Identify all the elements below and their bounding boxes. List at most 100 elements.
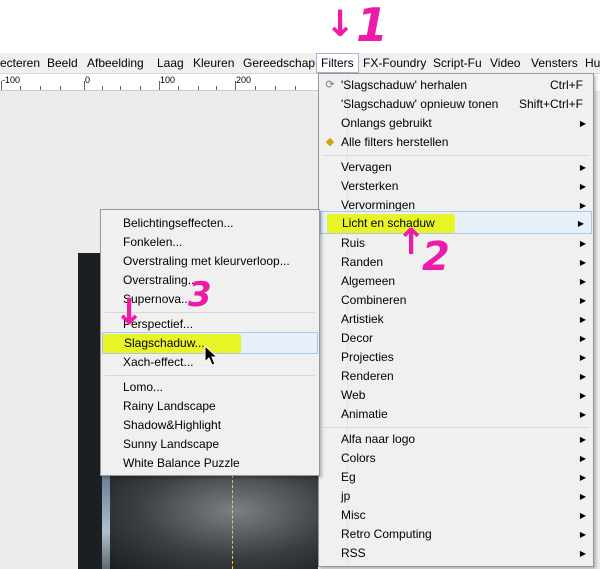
menu-item-label: Slagschaduw... [124,336,205,350]
menu-fx-foundry[interactable]: FX-Foundry [363,53,426,73]
menu-item-label: Combineren [341,293,407,307]
ruler-tick [159,81,160,90]
menu-item-label: Onlangs gebruikt [341,116,432,130]
filter-group-item[interactable]: Ruis ▶ [319,234,593,253]
annotation-step-1: 1 [356,0,389,52]
recently-used-item[interactable]: Onlangs gebruikt ▶ [319,114,593,133]
menu-item-label: Lomo... [123,380,164,394]
submenu-item[interactable]: Overstraling met kleurverloop... [101,252,319,271]
repeat-filter-item[interactable]: ⟳ 'Slagschaduw' herhalen Ctrl+F [319,76,593,95]
reset-all-filters-item[interactable]: ◆ Alle filters herstellen [319,133,593,152]
menu-item-label: Projecties [341,350,394,364]
ruler-tick [20,86,21,90]
filter-group-item[interactable]: Web ▶ [319,386,593,405]
shortcut-label: Ctrl+F [550,78,583,92]
menu-item-label: Algemeen [341,274,396,288]
submenu-arrow-icon: ▶ [579,277,586,286]
reshow-filter-item[interactable]: 'Slagschaduw' opnieuw tonen Shift+Ctrl+F [319,95,593,114]
menu-item-label: Renderen [341,369,394,383]
ruler-tick [275,86,276,90]
light-and-shadow-item[interactable]: Licht en schaduw ▶ [320,211,592,234]
ruler-tick [140,86,141,90]
filter-group-item[interactable]: Combineren ▶ [319,291,593,310]
menu-filters[interactable]: Filters [316,53,359,73]
submenu-item[interactable]: White Balance Puzzle [101,454,319,473]
extra-filter-item[interactable]: Alfa naar logo ▶ [319,430,593,449]
menu-separator [105,375,315,376]
ruler-tick [40,86,41,90]
submenu-arrow-icon: ▶ [579,372,586,381]
annotation-arrow-down: ↓ [325,4,356,45]
submenu-arrow-icon: ▶ [579,410,586,419]
submenu-item[interactable]: Belichtingseffecten... [101,214,319,233]
submenu-item[interactable]: Sunny Landscape [101,435,319,454]
shortcut-label: Shift+Ctrl+F [518,97,583,111]
ruler-label: 0 [85,75,91,85]
menu-view[interactable]: Beeld [47,53,78,73]
filter-group-item[interactable]: Projecties ▶ [319,348,593,367]
submenu-arrow-icon: ▶ [579,163,586,172]
menu-item-label: Web [341,388,366,402]
annotation-step-3: 3 [188,275,212,315]
filter-group-item[interactable]: Animatie ▶ [319,405,593,424]
submenu-item[interactable]: Rainy Landscape [101,397,319,416]
ruler-tick [84,81,85,90]
submenu-arrow-icon: ▶ [579,296,586,305]
extra-filter-item[interactable]: jp ▶ [319,487,593,506]
submenu-item[interactable]: Fonkelen... [101,233,319,252]
filter-group-item[interactable]: Vervagen ▶ [319,158,593,177]
menu-item-label: Alfa naar logo [341,432,416,446]
menu-image[interactable]: Afbeelding [87,53,144,73]
repeat-icon: ⟳ [325,79,335,91]
menu-script-fu[interactable]: Script-Fu [433,53,482,73]
extra-filter-item[interactable]: Colors ▶ [319,449,593,468]
submenu-arrow-icon: ▶ [579,435,586,444]
submenu-arrow-icon: ▶ [579,530,586,539]
filter-group-item[interactable]: Versterken ▶ [319,177,593,196]
extra-filter-item[interactable]: Eg ▶ [319,468,593,487]
extra-filter-item[interactable]: Misc ▶ [319,506,593,525]
menu-edit[interactable]: ecteren [0,53,40,73]
menu-tools[interactable]: Gereedschap [243,53,315,73]
menu-item-label: Randen [341,255,384,269]
mouse-cursor-icon [204,345,219,366]
submenu-arrow-icon: ▶ [579,119,586,128]
horizontal-ruler[interactable]: -100 0 100 200 [0,74,318,91]
extra-filter-item[interactable]: RSS ▶ [319,544,593,563]
menu-item-label: Overstraling... [123,273,198,287]
menu-item-label: Misc [341,508,366,522]
menu-separator [323,155,589,156]
submenu-arrow-icon: ▶ [579,492,586,501]
menu-colors[interactable]: Kleuren [193,53,234,73]
menu-item-label: Fonkelen... [123,235,183,249]
filter-group-item[interactable]: Artistiek ▶ [319,310,593,329]
ruler-tick [198,86,199,90]
menu-item-label: Retro Computing [341,527,432,541]
submenu-item[interactable]: Lomo... [101,378,319,397]
menu-item-label: Versterken [341,179,399,193]
submenu-arrow-icon: ▶ [579,239,586,248]
filter-group-item[interactable]: Algemeen ▶ [319,272,593,291]
submenu-arrow-icon: ▶ [579,511,586,520]
menu-item-label: jp [341,489,351,503]
submenu-item[interactable]: Shadow&Highlight [101,416,319,435]
filter-group-item[interactable]: Renderen ▶ [319,367,593,386]
menu-item-label: RSS [341,546,366,560]
ruler-tick [255,86,256,90]
reset-icon: ◆ [325,136,335,148]
menu-item-label: Alle filters herstellen [341,135,449,149]
ruler-tick [60,86,61,90]
extra-filter-item[interactable]: Retro Computing ▶ [319,525,593,544]
menu-help[interactable]: Hu [585,53,600,73]
filter-group-item[interactable]: Decor ▶ [319,329,593,348]
menu-video[interactable]: Video [490,53,520,73]
ruler-tick [216,86,217,90]
menu-item-label: Shadow&Highlight [123,418,222,432]
filter-group-item[interactable]: Randen ▶ [319,253,593,272]
menu-item-label: Overstraling met kleurverloop... [123,254,290,268]
menu-windows[interactable]: Vensters [531,53,578,73]
menu-layer[interactable]: Laag [157,53,184,73]
annotation-arrow-down: ↓ [114,292,145,333]
light-shadow-submenu: Belichtingseffecten... Fonkelen... Overs… [100,209,320,476]
submenu-arrow-icon: ▶ [579,258,586,267]
